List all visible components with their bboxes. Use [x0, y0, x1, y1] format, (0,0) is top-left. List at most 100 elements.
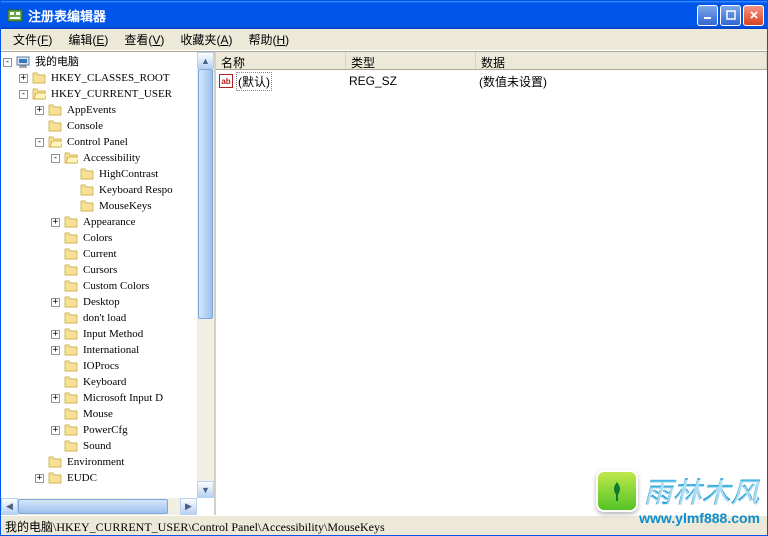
menu-edit[interactable]: 编辑(E)	[60, 29, 116, 50]
tree-node[interactable]: HighContrast	[3, 166, 196, 182]
tree-node-label[interactable]: Control Panel	[65, 134, 130, 150]
tree-node-label[interactable]: HKEY_CLASSES_ROOT	[49, 70, 172, 86]
value-list-pane: 名称 类型 数据 ab(默认) REG_SZ (数值未设置)	[216, 52, 767, 515]
column-name[interactable]: 名称	[216, 52, 346, 69]
scroll-right-button[interactable]: ▶	[180, 498, 197, 515]
tree-node-label[interactable]: Cursors	[81, 262, 119, 278]
tree-node[interactable]: - Control Panel	[3, 134, 196, 150]
tree-node-label[interactable]: Mouse	[81, 406, 115, 422]
tree-node[interactable]: Keyboard Respo	[3, 182, 196, 198]
tree-node[interactable]: + Input Method	[3, 326, 196, 342]
scroll-up-button[interactable]: ▲	[197, 52, 214, 69]
registry-tree[interactable]: - 我的电脑 + HKEY_CLASSES_ROOT - HKEY_CURRENT_USE…	[1, 52, 214, 506]
tree-node-label[interactable]: Keyboard	[81, 374, 128, 390]
tree-node[interactable]: Sound	[3, 438, 196, 454]
list-body[interactable]: ab(默认) REG_SZ (数值未设置)	[216, 70, 767, 515]
scroll-down-button[interactable]: ▼	[197, 481, 214, 498]
minimize-button[interactable]	[697, 5, 718, 26]
tree-node-label[interactable]: Current	[81, 246, 119, 262]
tree-node-label[interactable]: IOProcs	[81, 358, 121, 374]
tree-node[interactable]: Custom Colors	[3, 278, 196, 294]
tree-scrollbar-horizontal[interactable]: ◀ ▶	[1, 498, 197, 515]
folder-closed-icon	[64, 392, 78, 404]
tree-node[interactable]: + PowerCfg	[3, 422, 196, 438]
tree-node-label[interactable]: Colors	[81, 230, 114, 246]
maximize-button[interactable]	[720, 5, 741, 26]
tree-scrollbar-vertical[interactable]: ▲ ▼	[197, 52, 214, 498]
tree-toggle[interactable]: -	[35, 138, 44, 147]
tree-node[interactable]: Keyboard	[3, 374, 196, 390]
menu-view[interactable]: 查看(V)	[116, 29, 172, 50]
content-area: - 我的电脑 + HKEY_CLASSES_ROOT - HKEY_CURRENT_USE…	[1, 51, 767, 515]
tree-toggle[interactable]: -	[19, 90, 28, 99]
tree-pane[interactable]: - 我的电脑 + HKEY_CLASSES_ROOT - HKEY_CURRENT_USE…	[1, 52, 216, 515]
tree-toggle[interactable]: +	[51, 394, 60, 403]
tree-node-label[interactable]: 我的电脑	[33, 54, 81, 70]
folder-closed-icon	[48, 120, 62, 132]
tree-node-label[interactable]: AppEvents	[65, 102, 118, 118]
tree-toggle[interactable]: +	[19, 74, 28, 83]
tree-toggle[interactable]: +	[51, 426, 60, 435]
folder-closed-icon	[64, 440, 78, 452]
tree-node[interactable]: Mouse	[3, 406, 196, 422]
tree-node-label[interactable]: International	[81, 342, 141, 358]
tree-node[interactable]: - Accessibility	[3, 150, 196, 166]
folder-closed-icon	[64, 264, 78, 276]
tree-node[interactable]: Cursors	[3, 262, 196, 278]
value-row[interactable]: ab(默认) REG_SZ (数值未设置)	[216, 72, 767, 90]
tree-node[interactable]: + Desktop	[3, 294, 196, 310]
tree-node[interactable]: + Microsoft Input D	[3, 390, 196, 406]
column-data[interactable]: 数据	[476, 52, 767, 69]
tree-node-label[interactable]: HKEY_CURRENT_USER	[49, 86, 174, 102]
tree-node-label[interactable]: Appearance	[81, 214, 138, 230]
tree-node-label[interactable]: Custom Colors	[81, 278, 151, 294]
tree-node-label[interactable]: EUDC	[65, 470, 99, 486]
title-bar[interactable]: 注册表编辑器	[1, 1, 767, 29]
scroll-left-button[interactable]: ◀	[1, 498, 18, 515]
menu-favorites[interactable]: 收藏夹(A)	[172, 29, 240, 50]
tree-node[interactable]: + EUDC	[3, 470, 196, 486]
tree-toggle[interactable]: +	[51, 298, 60, 307]
tree-toggle[interactable]: +	[35, 106, 44, 115]
tree-node-label[interactable]: PowerCfg	[81, 422, 130, 438]
tree-toggle[interactable]: +	[51, 346, 60, 355]
column-type[interactable]: 类型	[346, 52, 476, 69]
tree-toggle[interactable]: +	[35, 474, 44, 483]
tree-node[interactable]: Colors	[3, 230, 196, 246]
menu-file[interactable]: 文件(F)	[5, 29, 60, 50]
value-data: (数值未设置)	[476, 73, 767, 90]
menu-help[interactable]: 帮助(H)	[240, 29, 297, 50]
tree-node-label[interactable]: MouseKeys	[97, 198, 154, 214]
tree-node-label[interactable]: don't load	[81, 310, 128, 326]
tree-node[interactable]: MouseKeys	[3, 198, 196, 214]
tree-node[interactable]: + AppEvents	[3, 102, 196, 118]
tree-node[interactable]: + International	[3, 342, 196, 358]
tree-toggle[interactable]: -	[51, 154, 60, 163]
scroll-thumb-vertical[interactable]	[198, 69, 213, 319]
folder-open-icon	[48, 136, 62, 148]
tree-node-label[interactable]: HighContrast	[97, 166, 160, 182]
close-button[interactable]	[743, 5, 764, 26]
tree-node-label[interactable]: Desktop	[81, 294, 122, 310]
tree-node[interactable]: + Appearance	[3, 214, 196, 230]
tree-node[interactable]: - HKEY_CURRENT_USER	[3, 86, 196, 102]
tree-node[interactable]: don't load	[3, 310, 196, 326]
tree-node[interactable]: - 我的电脑	[3, 54, 196, 70]
tree-node-label[interactable]: Accessibility	[81, 150, 142, 166]
folder-closed-icon	[80, 184, 94, 196]
tree-node[interactable]: Environment	[3, 454, 196, 470]
tree-node[interactable]: IOProcs	[3, 358, 196, 374]
tree-toggle[interactable]: -	[3, 58, 12, 67]
tree-node-label[interactable]: Microsoft Input D	[81, 390, 165, 406]
tree-toggle[interactable]: +	[51, 218, 60, 227]
tree-node[interactable]: Current	[3, 246, 196, 262]
tree-node[interactable]: + HKEY_CLASSES_ROOT	[3, 70, 196, 86]
tree-node[interactable]: Console	[3, 118, 196, 134]
tree-node-label[interactable]: Keyboard Respo	[97, 182, 175, 198]
tree-toggle[interactable]: +	[51, 330, 60, 339]
tree-node-label[interactable]: Sound	[81, 438, 113, 454]
scroll-thumb-horizontal[interactable]	[18, 499, 168, 514]
tree-node-label[interactable]: Input Method	[81, 326, 145, 342]
tree-node-label[interactable]: Console	[65, 118, 105, 134]
tree-node-label[interactable]: Environment	[65, 454, 126, 470]
